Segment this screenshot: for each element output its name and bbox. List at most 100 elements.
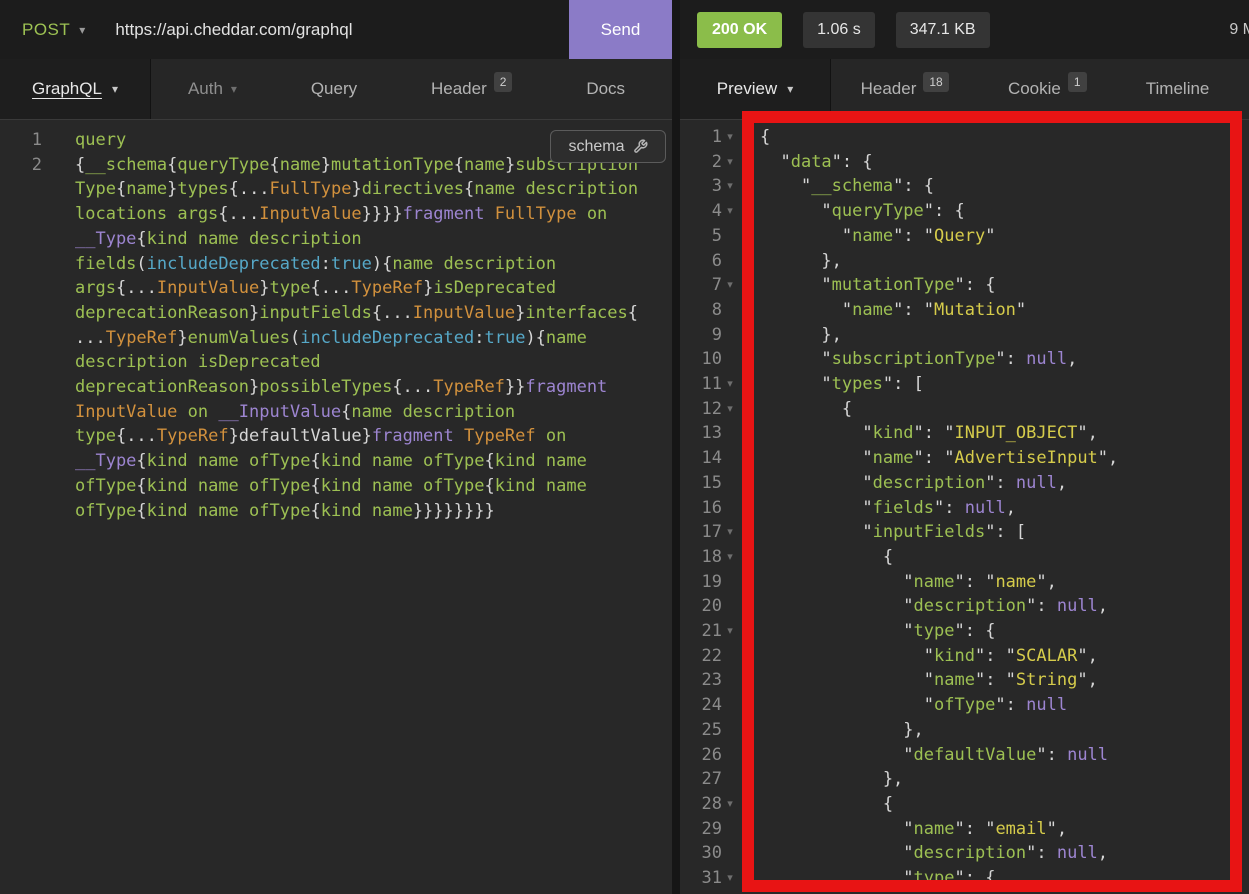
schema-button[interactable]: schema bbox=[550, 130, 666, 163]
line-number: 17 bbox=[680, 520, 722, 545]
line-number: 9 bbox=[680, 323, 722, 348]
fold-caret-icon[interactable]: ▾ bbox=[722, 372, 738, 397]
api-client-window: POST ▾ https://api.cheddar.com/graphql S… bbox=[0, 0, 1249, 894]
response-tab-bar: Preview ▾ Header 18 Cookie 1 Timeline bbox=[680, 59, 1249, 120]
url-input[interactable]: https://api.cheddar.com/graphql bbox=[115, 20, 352, 40]
response-line: 8 "name": "Mutation" bbox=[680, 298, 1249, 323]
code-text: "kind": "INPUT_OBJECT", bbox=[760, 421, 1098, 446]
line-number bbox=[0, 350, 42, 375]
response-history-label[interactable]: 9 M bbox=[1229, 21, 1249, 39]
line-number: 7 bbox=[680, 273, 722, 298]
send-button[interactable]: Send bbox=[569, 0, 672, 59]
query-line: description isDeprecated bbox=[0, 350, 672, 375]
response-line: 13 "kind": "INPUT_OBJECT", bbox=[680, 421, 1249, 446]
tab-timeline[interactable]: Timeline bbox=[1146, 79, 1210, 99]
line-number bbox=[0, 424, 42, 449]
pane-divider[interactable] bbox=[672, 0, 680, 894]
tab-response-header-label: Header bbox=[861, 79, 917, 99]
line-number: 10 bbox=[680, 347, 722, 372]
code-text: "name": "name", bbox=[760, 570, 1057, 595]
fold-caret-icon[interactable]: ▾ bbox=[722, 520, 738, 545]
line-number: 8 bbox=[680, 298, 722, 323]
status-badge: 200 OK bbox=[697, 12, 782, 48]
line-number: 3 bbox=[680, 174, 722, 199]
line-number: 18 bbox=[680, 545, 722, 570]
body-type-dropdown[interactable]: GraphQL ▾ bbox=[0, 59, 151, 119]
tab-auth[interactable]: Auth ▾ bbox=[188, 79, 237, 99]
line-number: 21 bbox=[680, 619, 722, 644]
tab-docs[interactable]: Docs bbox=[586, 79, 625, 99]
response-line: 26 "defaultValue": null bbox=[680, 743, 1249, 768]
response-line: 5 "name": "Query" bbox=[680, 224, 1249, 249]
response-line: 20 "description": null, bbox=[680, 594, 1249, 619]
code-text: "type": { bbox=[760, 866, 995, 891]
code-text: }, bbox=[760, 767, 903, 792]
code-text: "fields": null, bbox=[760, 496, 1016, 521]
query-line: __Type{kind name ofType{kind name ofType… bbox=[0, 449, 672, 474]
response-line: 17▾ "inputFields": [ bbox=[680, 520, 1249, 545]
fold-spacer bbox=[722, 323, 738, 348]
line-number: 24 bbox=[680, 693, 722, 718]
fold-caret-icon[interactable]: ▾ bbox=[722, 619, 738, 644]
fold-spacer bbox=[722, 249, 738, 274]
response-line: 6 }, bbox=[680, 249, 1249, 274]
code-text: "type": { bbox=[760, 619, 995, 644]
line-number: 2 bbox=[0, 153, 42, 178]
tab-cookie[interactable]: Cookie 1 bbox=[1008, 79, 1087, 99]
code-text: ofType{kind name ofType{kind name}}}}}}}… bbox=[75, 499, 495, 524]
code-text: type{...TypeRef}defaultValue}fragment Ty… bbox=[75, 424, 566, 449]
graphql-query-editor[interactable]: 1query2{__schema{queryType{name}mutation… bbox=[0, 121, 672, 894]
request-tab-bar: GraphQL ▾ Auth ▾ Query Header 2 Docs bbox=[0, 59, 672, 120]
fold-spacer bbox=[722, 644, 738, 669]
response-tabs: Header 18 Cookie 1 Timeline bbox=[831, 59, 1249, 119]
code-text: fields(includeDeprecated:true){name desc… bbox=[75, 252, 556, 277]
code-text: { bbox=[760, 792, 893, 817]
response-time-badge: 1.06 s bbox=[803, 12, 875, 48]
response-line: 19 "name": "name", bbox=[680, 570, 1249, 595]
response-line: 25 }, bbox=[680, 718, 1249, 743]
response-preview[interactable]: 1▾{2▾ "data": {3▾ "__schema": {4▾ "query… bbox=[680, 121, 1249, 894]
fold-caret-icon[interactable]: ▾ bbox=[722, 174, 738, 199]
fold-spacer bbox=[722, 298, 738, 323]
fold-caret-icon[interactable]: ▾ bbox=[722, 273, 738, 298]
fold-spacer bbox=[722, 718, 738, 743]
line-number bbox=[0, 326, 42, 351]
chevron-down-icon: ▾ bbox=[79, 23, 85, 37]
response-line: 9 }, bbox=[680, 323, 1249, 348]
code-text: "mutationType": { bbox=[760, 273, 995, 298]
line-number: 4 bbox=[680, 199, 722, 224]
fold-caret-icon[interactable]: ▾ bbox=[722, 397, 738, 422]
line-number bbox=[0, 177, 42, 202]
response-line: 14 "name": "AdvertiseInput", bbox=[680, 446, 1249, 471]
line-number: 6 bbox=[680, 249, 722, 274]
tab-response-header[interactable]: Header 18 bbox=[861, 79, 949, 99]
fold-spacer bbox=[722, 421, 738, 446]
line-number bbox=[0, 252, 42, 277]
line-number bbox=[0, 375, 42, 400]
chevron-down-icon: ▾ bbox=[231, 82, 237, 96]
fold-caret-icon[interactable]: ▾ bbox=[722, 125, 738, 150]
fold-spacer bbox=[722, 446, 738, 471]
fold-caret-icon[interactable]: ▾ bbox=[722, 150, 738, 175]
fold-caret-icon[interactable]: ▾ bbox=[722, 866, 738, 891]
tab-header[interactable]: Header 2 bbox=[431, 79, 512, 99]
code-text: "name": "email", bbox=[760, 817, 1067, 842]
fold-caret-icon[interactable]: ▾ bbox=[722, 792, 738, 817]
code-text: description isDeprecated bbox=[75, 350, 321, 375]
response-line: 24 "ofType": null bbox=[680, 693, 1249, 718]
line-number bbox=[0, 499, 42, 524]
method-dropdown[interactable]: POST ▾ bbox=[22, 20, 85, 40]
response-line: 4▾ "queryType": { bbox=[680, 199, 1249, 224]
line-number: 22 bbox=[680, 644, 722, 669]
code-text: __Type{kind name description bbox=[75, 227, 362, 252]
fold-spacer bbox=[722, 347, 738, 372]
code-text: "description": null, bbox=[760, 594, 1108, 619]
preview-mode-dropdown[interactable]: Preview ▾ bbox=[680, 59, 831, 119]
response-line: 23 "name": "String", bbox=[680, 668, 1249, 693]
fold-spacer bbox=[722, 496, 738, 521]
fold-caret-icon[interactable]: ▾ bbox=[722, 199, 738, 224]
fold-caret-icon[interactable]: ▾ bbox=[722, 545, 738, 570]
schema-button-label: schema bbox=[568, 138, 624, 156]
line-number: 28 bbox=[680, 792, 722, 817]
tab-query[interactable]: Query bbox=[311, 79, 357, 99]
